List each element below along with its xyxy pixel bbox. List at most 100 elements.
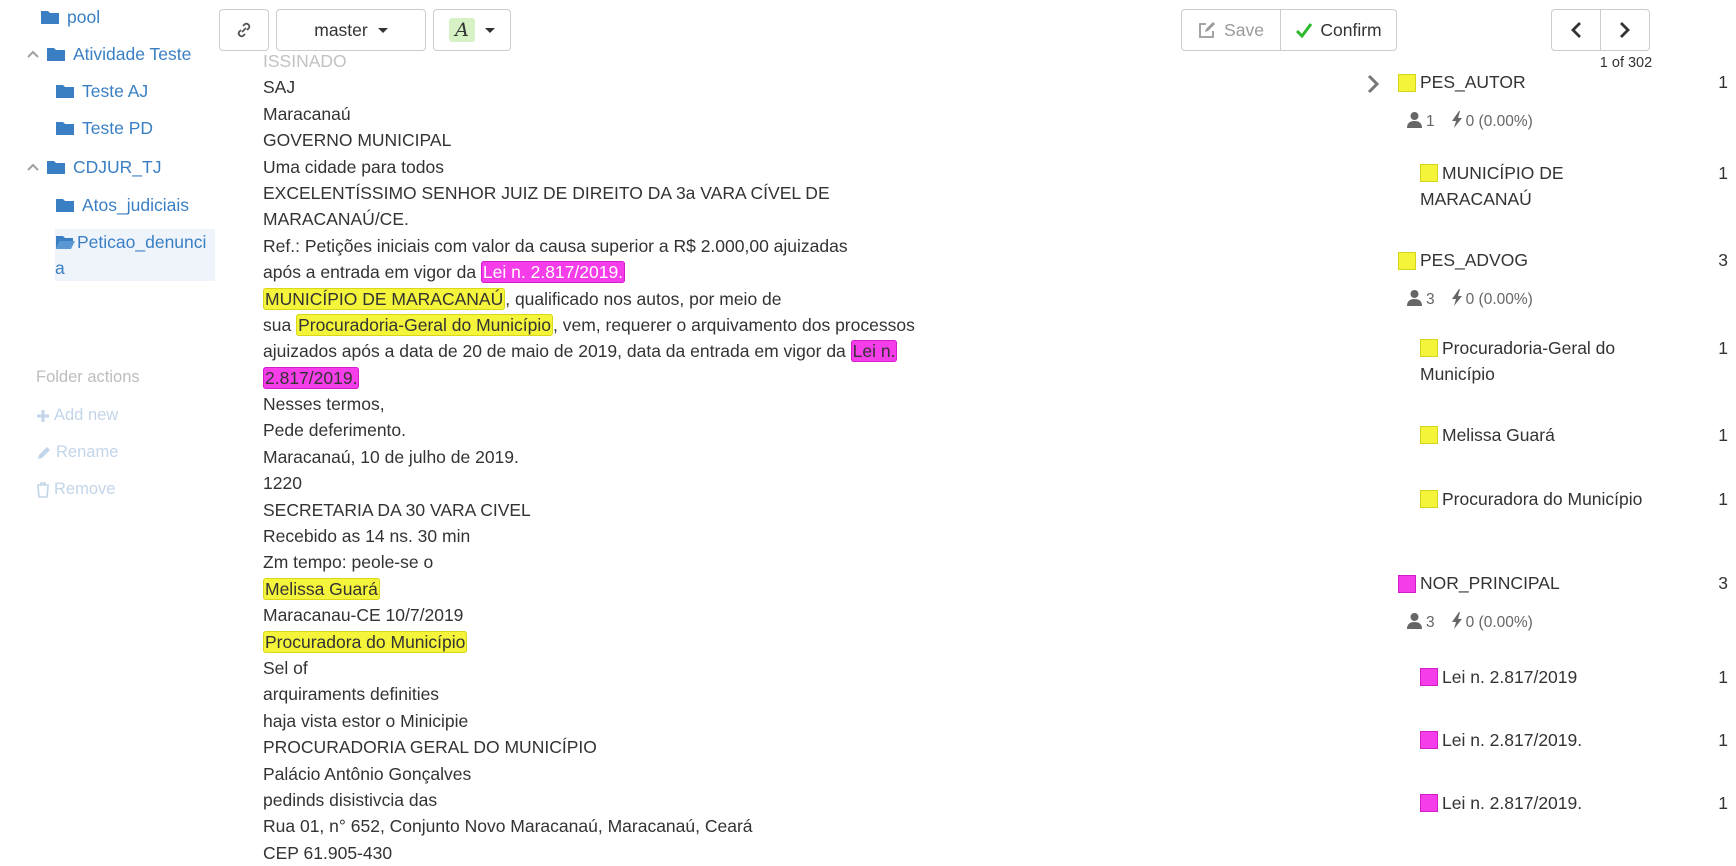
document-line[interactable]: Nesses termos, (263, 391, 1223, 417)
document-line[interactable]: Sel of (263, 655, 1223, 681)
entity-highlight-pessoa[interactable]: Procuradora do Município (263, 630, 468, 653)
entity-highlight-pessoa[interactable]: Melissa Guará (263, 577, 380, 600)
document-line[interactable]: ISSINADO (263, 48, 1223, 74)
line-text: , vem, requerer o arquivamento dos proce… (552, 314, 915, 335)
entity-type-header[interactable]: PES_AUTOR (1398, 72, 1526, 93)
font-style-dropdown[interactable]: A (433, 9, 511, 51)
rename-button[interactable]: Rename (36, 443, 118, 462)
entity-color-swatch (1420, 339, 1438, 357)
document-line[interactable]: após a entrada em vigor da Lei n. 2.817/… (263, 259, 1223, 285)
document-line[interactable]: Melissa Guará (263, 576, 1223, 602)
folder-label: Atividade Teste (73, 43, 192, 64)
document-line[interactable]: EXCELENTÍSSIMO SENHOR JUIZ DE DIREITO DA… (263, 180, 1223, 206)
folder-label: CDJUR_TJ (73, 156, 162, 177)
folder-icon (41, 11, 59, 24)
link-icon (237, 22, 251, 38)
folder-icon (47, 48, 65, 61)
entity-color-swatch (1420, 490, 1438, 508)
folder-icon (47, 161, 65, 174)
document-line[interactable]: Maracanau-CE 10/7/2019 (263, 602, 1223, 628)
document-line[interactable]: pedinds disistivcia das (263, 787, 1223, 813)
entity-type-header[interactable]: PES_ADVOG (1398, 250, 1528, 271)
folder-item-atos-judiciais[interactable]: Atos_judiciais (55, 192, 189, 218)
entity-instance[interactable]: Lei n. 2.817/2019 (1420, 664, 1650, 690)
folder-item-cdjur-tj[interactable]: CDJUR_TJ (26, 154, 161, 180)
entity-color-swatch (1420, 794, 1438, 812)
folder-icon (56, 85, 74, 98)
entity-highlight-norma[interactable]: Lei n. (850, 340, 898, 363)
document-line[interactable]: MARACANAÚ/CE. (263, 206, 1223, 232)
entity-type-name: NOR_PRINCIPAL (1420, 573, 1560, 593)
entity-highlight-pessoa[interactable]: Procuradoria-Geral do Município (296, 313, 553, 336)
document-line[interactable]: Recebido as 14 ns. 30 min (263, 523, 1223, 549)
add-new-button[interactable]: Add new (36, 406, 118, 425)
document-line[interactable]: sua Procuradoria-Geral do Município, vem… (263, 312, 1223, 338)
document-line[interactable]: Ref.: Petições iniciais com valor da cau… (263, 233, 1223, 259)
folder-item-pool[interactable]: pool (20, 4, 100, 30)
document-line[interactable]: SAJ (263, 74, 1223, 100)
document-line[interactable]: ajuizados após a data de 20 de maio de 2… (263, 338, 1223, 364)
document-line[interactable]: arquiraments definities (263, 681, 1223, 707)
user-icon (1406, 289, 1426, 311)
chevron-up-icon[interactable] (26, 47, 40, 61)
annotator-count: 1 (1426, 113, 1435, 130)
entity-instance-count: 1 (1718, 489, 1728, 509)
annotator-count: 3 (1426, 291, 1435, 308)
entity-instance-count: 1 (1718, 163, 1728, 183)
document-line[interactable]: Pede deferimento. (263, 417, 1223, 443)
folder-item-atividade-teste[interactable]: Atividade Teste (26, 41, 191, 67)
entity-panel: PES_AUTOR 1 1 0 (0.00%) MUNICÍPIO DE MARACAN… (1360, 0, 1736, 866)
document-line[interactable]: Procuradora do Município (263, 629, 1223, 655)
empty-caret (20, 10, 34, 24)
document-line[interactable]: CEP 61.905-430 (263, 840, 1223, 866)
entity-instance-text: Lei n. 2.817/2019. (1442, 793, 1583, 813)
entity-instance[interactable]: Lei n. 2.817/2019. (1420, 790, 1650, 816)
edit-square-icon (1199, 22, 1216, 38)
document-line[interactable]: haja vista estor o Minicipie (263, 708, 1223, 734)
folder-icon (56, 199, 74, 212)
document-line[interactable]: Maracanaú (263, 101, 1223, 127)
entity-instance[interactable]: Lei n. 2.817/2019. (1420, 727, 1650, 753)
entity-highlight-norma[interactable]: Lei n. 2.817/2019. (480, 261, 626, 284)
document-line[interactable]: MUNICÍPIO DE MARACANAÚ, qualificado nos … (263, 286, 1223, 312)
folder-item-teste-pd[interactable]: Teste PD (55, 115, 153, 141)
entity-type-header[interactable]: NOR_PRINCIPAL (1398, 573, 1560, 594)
document-line[interactable]: Rua 01, n° 652, Conjunto Novo Maracanaú,… (263, 813, 1223, 839)
chevron-up-icon[interactable] (26, 160, 40, 174)
entity-highlight-norma[interactable]: 2.817/2019. (263, 366, 360, 389)
plus-icon (37, 409, 49, 422)
folder-sidebar: pool Atividade Teste Teste AJ Teste PD C… (0, 0, 220, 866)
line-text: após a entrada em vigor da (263, 262, 481, 283)
save-button[interactable]: Save (1181, 9, 1281, 51)
document-line[interactable]: Palácio Antônio Gonçalves (263, 761, 1223, 787)
folder-item-peticao-denuncia[interactable]: Peticao_denuncia (55, 229, 215, 281)
document-text[interactable]: ISSINADO SAJ Maracanaú GOVERNO MUNICIPAL Uma… (263, 48, 1223, 866)
remove-button[interactable]: Remove (36, 480, 115, 499)
document-line[interactable]: 2.817/2019. (263, 365, 1223, 391)
caret-down-icon (485, 27, 495, 33)
document-line[interactable]: Uma cidade para todos (263, 154, 1223, 180)
branch-dropdown[interactable]: master (276, 9, 426, 51)
entity-instance-text: Procuradora do Município (1442, 489, 1643, 509)
trash-icon (37, 481, 49, 498)
entity-highlight-pessoa[interactable]: MUNICÍPIO DE MARACANAÚ (263, 287, 506, 310)
folder-item-teste-aj[interactable]: Teste AJ (55, 78, 148, 104)
entity-instance[interactable]: Procuradoria-Geral do Município (1420, 335, 1650, 387)
checkmark-icon (1296, 23, 1313, 38)
document-line[interactable]: Zm tempo: peole-se o (263, 549, 1223, 575)
entity-instance-text: Procuradoria-Geral do Município (1420, 338, 1616, 384)
entity-instance[interactable]: Procuradora do Município (1420, 486, 1650, 512)
entity-instance[interactable]: MUNICÍPIO DE MARACANAÚ (1420, 160, 1650, 212)
document-line[interactable]: PROCURADORIA GERAL DO MUNICÍPIO (263, 734, 1223, 760)
entity-instance-count: 1 (1718, 425, 1728, 445)
entity-instance-count: 1 (1718, 667, 1728, 687)
document-line[interactable]: GOVERNO MUNICIPAL (263, 127, 1223, 153)
link-button[interactable] (219, 9, 269, 51)
add-new-label: Add new (54, 406, 119, 424)
entity-instance[interactable]: Melissa Guará (1420, 422, 1650, 448)
document-line[interactable]: Maracanaú, 10 de julho de 2019. (263, 444, 1223, 470)
document-line[interactable]: 1220 (263, 470, 1223, 496)
bolt-icon (1451, 111, 1466, 133)
entity-instance-text: MUNICÍPIO DE MARACANAÚ (1420, 163, 1564, 209)
document-line[interactable]: SECRETARIA DA 30 VARA CIVEL (263, 497, 1223, 523)
